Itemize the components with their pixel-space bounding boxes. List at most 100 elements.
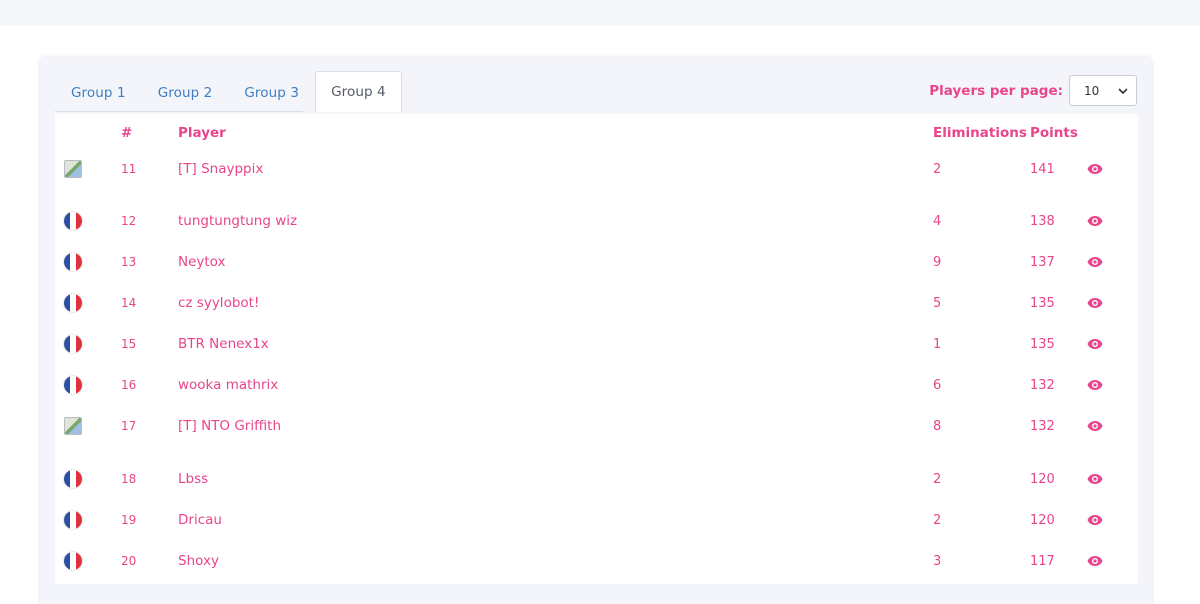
eliminations-cell: 3 xyxy=(933,553,942,569)
player-name[interactable]: Dricau xyxy=(178,505,222,535)
flag-cell xyxy=(64,288,82,318)
rank-cell: 20 xyxy=(121,554,137,568)
flag-cell xyxy=(64,206,82,236)
table-row: 16 wooka mathrix 6 132 xyxy=(55,370,1138,400)
header-points: Points xyxy=(1030,125,1078,141)
points-cell: 132 xyxy=(1030,377,1055,393)
broken-image-icon xyxy=(64,160,82,178)
flag-cell xyxy=(64,411,82,441)
rank-cell: 15 xyxy=(121,337,137,351)
table-row: 15 BTR Nenex1x 1 135 xyxy=(55,329,1138,359)
rank-cell: 19 xyxy=(121,513,137,527)
france-flag-icon xyxy=(64,470,82,488)
view-button[interactable] xyxy=(1087,370,1103,400)
view-button[interactable] xyxy=(1087,206,1103,236)
header-eliminations: Eliminations xyxy=(933,125,1027,141)
eliminations-cell: 2 xyxy=(933,512,942,528)
player-name[interactable]: wooka mathrix xyxy=(178,370,278,400)
view-button[interactable] xyxy=(1087,505,1103,535)
points-cell: 135 xyxy=(1030,336,1055,352)
eye-icon xyxy=(1087,380,1103,390)
view-button[interactable] xyxy=(1087,411,1103,441)
points-cell: 135 xyxy=(1030,295,1055,311)
players-per-page-value: 10 xyxy=(1084,83,1100,98)
rank-cell: 13 xyxy=(121,255,137,269)
group-tabs: Group 1 Group 2 Group 3 Group 4 xyxy=(55,71,402,112)
flag-cell xyxy=(64,247,82,277)
rank-cell: 17 xyxy=(121,419,137,433)
player-name[interactable]: tungtungtung wiz xyxy=(178,206,297,236)
players-per-page: Players per page: 10 xyxy=(929,75,1137,106)
flag-cell xyxy=(64,464,82,494)
player-name[interactable]: [T] NTO Griffith xyxy=(178,411,281,441)
points-cell: 137 xyxy=(1030,254,1055,270)
eye-icon xyxy=(1087,421,1103,431)
eliminations-cell: 1 xyxy=(933,336,942,352)
eye-icon xyxy=(1087,298,1103,308)
view-button[interactable] xyxy=(1087,154,1103,184)
rank-cell: 11 xyxy=(121,162,137,176)
tab-group-3[interactable]: Group 3 xyxy=(228,72,315,112)
table-row: 14 cz syylobot! 5 135 xyxy=(55,288,1138,318)
tab-group-2[interactable]: Group 2 xyxy=(142,72,229,112)
eliminations-cell: 5 xyxy=(933,295,942,311)
tab-group-4[interactable]: Group 4 xyxy=(315,71,402,112)
rank-cell: 18 xyxy=(121,472,137,486)
france-flag-icon xyxy=(64,212,82,230)
view-button[interactable] xyxy=(1087,546,1103,576)
france-flag-icon xyxy=(64,511,82,529)
view-button[interactable] xyxy=(1087,329,1103,359)
view-button[interactable] xyxy=(1087,247,1103,277)
rank-cell: 12 xyxy=(121,214,137,228)
chevron-down-icon xyxy=(1118,88,1128,94)
france-flag-icon xyxy=(64,253,82,271)
points-cell: 117 xyxy=(1030,553,1055,569)
player-name[interactable]: Neytox xyxy=(178,247,226,277)
eliminations-cell: 6 xyxy=(933,377,942,393)
points-cell: 132 xyxy=(1030,418,1055,434)
eliminations-cell: 2 xyxy=(933,161,942,177)
points-cell: 141 xyxy=(1030,161,1055,177)
table-row: 12 tungtungtung wiz 4 138 xyxy=(55,206,1138,236)
broken-image-icon xyxy=(64,417,82,435)
eye-icon xyxy=(1087,216,1103,226)
france-flag-icon xyxy=(64,335,82,353)
points-cell: 120 xyxy=(1030,512,1055,528)
player-name[interactable]: Shoxy xyxy=(178,546,219,576)
france-flag-icon xyxy=(64,552,82,570)
tabs-divider xyxy=(55,111,303,112)
eye-icon xyxy=(1087,474,1103,484)
view-button[interactable] xyxy=(1087,288,1103,318)
points-cell: 138 xyxy=(1030,213,1055,229)
eliminations-cell: 8 xyxy=(933,418,942,434)
eliminations-cell: 9 xyxy=(933,254,942,270)
table-row: 13 Neytox 9 137 xyxy=(55,247,1138,277)
eye-icon xyxy=(1087,515,1103,525)
flag-cell xyxy=(64,154,82,184)
player-name[interactable]: [T] Snayppix xyxy=(178,154,263,184)
tab-group-1[interactable]: Group 1 xyxy=(55,72,142,112)
player-name[interactable]: cz syylobot! xyxy=(178,288,259,318)
player-name[interactable]: Lbss xyxy=(178,464,208,494)
flag-cell xyxy=(64,505,82,535)
rank-cell: 14 xyxy=(121,296,137,310)
eliminations-cell: 4 xyxy=(933,213,942,229)
player-name[interactable]: BTR Nenex1x xyxy=(178,329,269,359)
header-player: Player xyxy=(178,125,226,141)
table-row: 17 [T] NTO Griffith 8 132 xyxy=(55,411,1138,441)
eliminations-cell: 2 xyxy=(933,471,942,487)
players-per-page-select[interactable]: 10 xyxy=(1069,75,1137,106)
eye-icon xyxy=(1087,339,1103,349)
eye-icon xyxy=(1087,257,1103,267)
eye-icon xyxy=(1087,556,1103,566)
table-row: 11 [T] Snayppix 2 141 xyxy=(55,154,1138,184)
standings-table: # Player Eliminations Points 11 [T] Snayp… xyxy=(55,114,1138,584)
points-cell: 120 xyxy=(1030,471,1055,487)
header-rank: # xyxy=(121,125,133,141)
rank-cell: 16 xyxy=(121,378,137,392)
france-flag-icon xyxy=(64,294,82,312)
players-per-page-label: Players per page: xyxy=(929,82,1063,99)
view-button[interactable] xyxy=(1087,464,1103,494)
france-flag-icon xyxy=(64,376,82,394)
top-bar xyxy=(0,0,1200,26)
